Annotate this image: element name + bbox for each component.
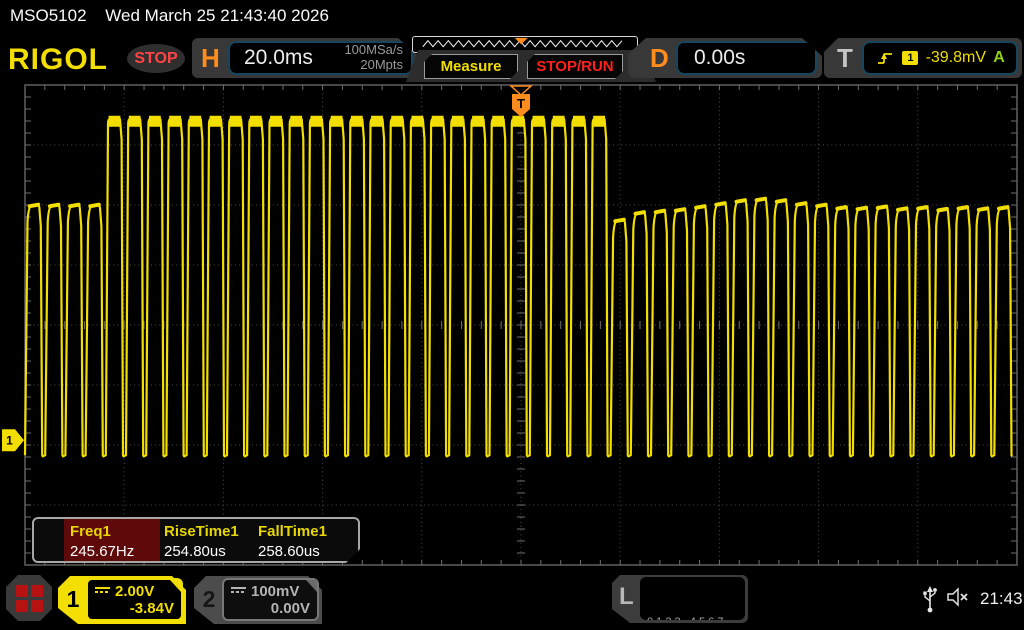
- measurement-panel[interactable]: Freq1 245.67Hz RiseTime1 254.80us FallTi…: [32, 517, 360, 563]
- channel-2-offset: 0.00V: [224, 600, 317, 617]
- measurement-value: 258.60us: [258, 543, 327, 560]
- delay-settings-group[interactable]: D 0.00s: [628, 38, 822, 78]
- measurement-falltime[interactable]: FallTime1 258.60us: [258, 523, 327, 560]
- bottom-status-bar: 1 2.00V -3.84V 2 100mV 0.00V: [0, 568, 1024, 630]
- channel-2-scale: 100mV: [251, 583, 299, 600]
- brand-logo: RIGOL: [8, 43, 108, 77]
- delay-label: D: [650, 43, 669, 74]
- speaker-muted-icon[interactable]: [946, 587, 972, 607]
- horizontal-label: H: [201, 43, 220, 74]
- model-name: MSO5102: [10, 6, 87, 25]
- dc-coupling-icon: [95, 587, 110, 596]
- measure-button[interactable]: Measure: [424, 54, 518, 79]
- timebase-value: 20.0ms: [244, 46, 313, 70]
- menu-button[interactable]: [6, 575, 52, 621]
- trigger-sweep-mode: A: [993, 49, 1005, 67]
- header-bar: RIGOL STOP H 20.0ms 100MSa/s 20Mpts Meas…: [0, 30, 1024, 82]
- logic-label: L: [619, 583, 634, 611]
- channel-1-scale: 2.00V: [115, 583, 154, 600]
- trigger-level-value: -39.8mV: [926, 49, 986, 67]
- corner-fold-icon: [170, 580, 181, 592]
- measurement-value: 245.67Hz: [70, 543, 134, 560]
- usb-icon: [922, 584, 938, 614]
- delay-value: 0.00s: [694, 46, 745, 70]
- horizontal-settings-group[interactable]: H 20.0ms 100MSa/s 20Mpts: [192, 38, 418, 78]
- trigger-settings-group[interactable]: T 1 -39.8mV A: [824, 38, 1022, 78]
- channel-2-number: 2: [194, 576, 224, 624]
- trigger-box[interactable]: 1 -39.8mV A: [862, 41, 1018, 75]
- trigger-label: T: [837, 43, 853, 74]
- acquisition-rates: 100MSa/s 20Mpts: [344, 43, 403, 73]
- trigger-position-triangle-icon[interactable]: [511, 86, 531, 95]
- measurement-freq[interactable]: Freq1 245.67Hz: [70, 523, 134, 560]
- channel-1-values: 2.00V -3.84V: [86, 578, 183, 621]
- waveform-mid-band: [30, 199, 1008, 222]
- oscilloscope-screen: MSO5102 Wed March 25 21:43:40 2026 RIGOL…: [0, 0, 1024, 630]
- channel-2-values: 100mV 0.00V: [222, 578, 319, 621]
- stop-run-button[interactable]: STOP/RUN: [527, 54, 623, 79]
- trigger-slope-icon: [875, 49, 895, 67]
- titlebar: MSO5102 Wed March 25 21:43:40 2026: [0, 0, 1024, 30]
- logic-channel-list: 0 1 2 3 4 5 6 7 8 9 1011 12131415: [640, 577, 745, 620]
- trigger-marker-label: T: [517, 96, 525, 111]
- scope-display-grid[interactable]: T1: [0, 82, 1024, 568]
- sample-rate: 100MSa/s: [344, 42, 403, 57]
- channel-1-number: 1: [58, 576, 88, 624]
- preview-zigzag-icon: [413, 37, 635, 50]
- memory-depth: 20Mpts: [360, 57, 403, 72]
- channel-1-block[interactable]: 1 2.00V -3.84V: [58, 576, 186, 624]
- channel-1-offset: -3.84V: [88, 600, 181, 617]
- trigger-source-badge: 1: [902, 51, 918, 65]
- logic-analyzer-block[interactable]: L 0 1 2 3 4 5 6 7 8 9 1011 12131415: [612, 575, 748, 623]
- channel-2-block[interactable]: 2 100mV 0.00V: [194, 576, 322, 624]
- measurement-label: FallTime1: [258, 523, 327, 540]
- logic-row-1: 0 1 2 3 4 5 6 7: [647, 614, 745, 620]
- delay-box[interactable]: 0.00s: [676, 41, 817, 75]
- measurement-label: RiseTime1: [164, 523, 239, 540]
- timebase-box[interactable]: 20.0ms 100MSa/s 20Mpts: [228, 41, 413, 75]
- measurement-label: Freq1: [70, 523, 134, 540]
- dc-coupling-icon: [231, 587, 246, 596]
- status-clock: 21:43: [980, 589, 1023, 609]
- measurement-risetime[interactable]: RiseTime1 254.80us: [164, 523, 239, 560]
- channel-marker-label: 1: [6, 434, 13, 448]
- corner-fold-icon: [306, 580, 317, 592]
- datetime-text: Wed March 25 21:43:40 2026: [105, 6, 329, 25]
- run-state-badge: STOP: [127, 44, 185, 73]
- channel-1-waveform: [25, 119, 1012, 456]
- measurement-value: 254.80us: [164, 543, 239, 560]
- menu-grid-icon: [16, 585, 43, 612]
